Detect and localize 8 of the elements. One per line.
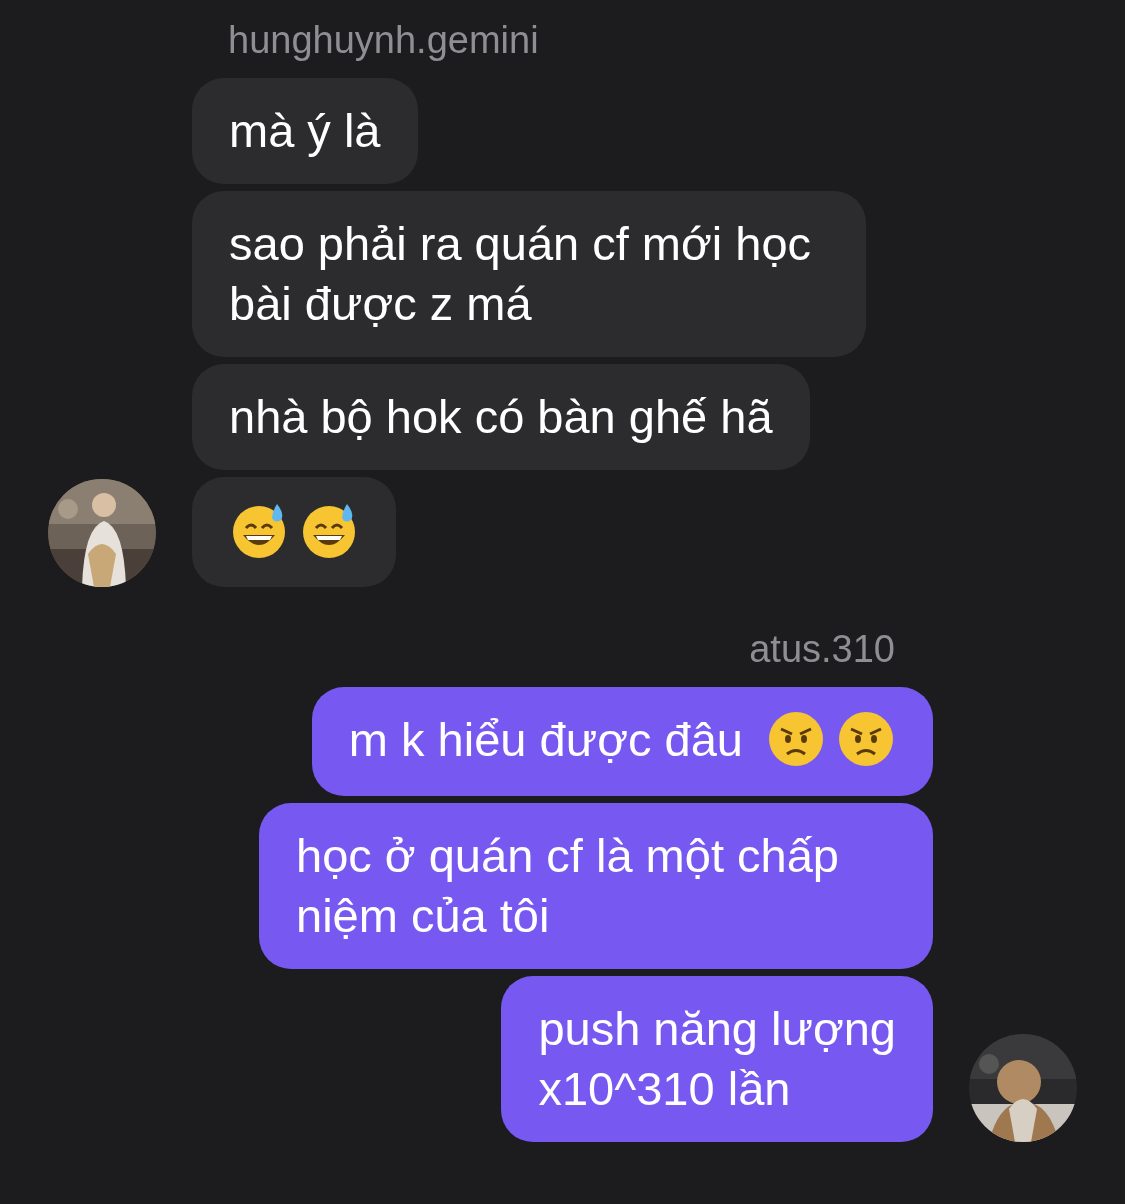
message-bubble: push năng lượng x10^310 lần (501, 976, 933, 1143)
sender-name: hunghuynh.gemini (228, 18, 539, 62)
message-bubble: m k hiểu được đâu (311, 686, 933, 797)
message-bubble: nhà bộ hok có bàn ghế hã (192, 364, 810, 470)
message-bubble: mà ý là (192, 78, 418, 184)
message-bubble: sao phải ra quán cf mới học bài được z má (192, 191, 866, 357)
sender-name: atus.310 (749, 626, 895, 671)
message-bubble: học ở quán cf là một chấp niệm của tôi (259, 803, 933, 970)
